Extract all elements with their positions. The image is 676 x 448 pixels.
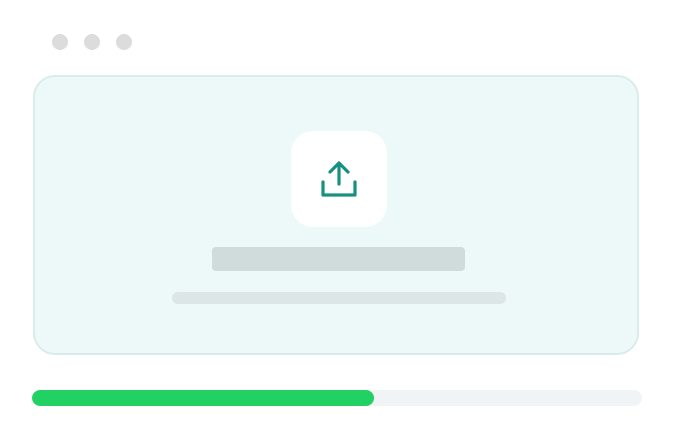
upload-progress-fill	[32, 390, 374, 406]
upload-progress-bar	[32, 390, 642, 406]
minimize-dot[interactable]	[84, 34, 100, 50]
upload-button[interactable]	[291, 131, 387, 227]
upload-window	[0, 0, 676, 448]
subtitle-placeholder	[172, 292, 506, 304]
upload-icon	[321, 161, 357, 197]
maximize-dot[interactable]	[116, 34, 132, 50]
upload-dropzone[interactable]	[33, 75, 639, 355]
close-dot[interactable]	[52, 34, 68, 50]
window-controls	[52, 34, 132, 50]
title-placeholder	[212, 247, 465, 271]
